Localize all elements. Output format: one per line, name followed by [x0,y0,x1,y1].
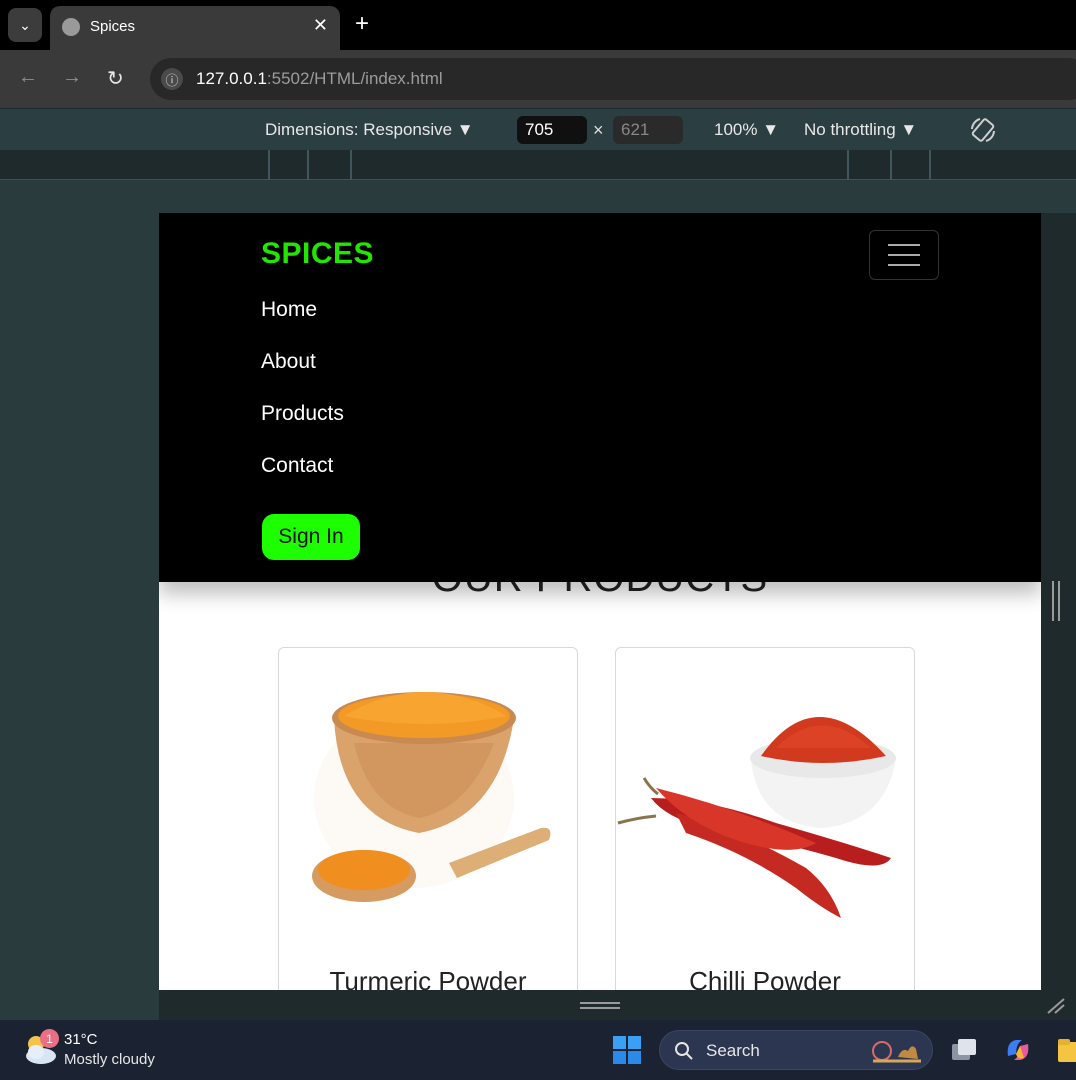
site-brand[interactable]: SPICES [261,237,374,271]
new-tab-icon[interactable]: + [355,10,369,38]
chilli-image [617,717,896,918]
nav-link-about[interactable]: About [261,350,316,374]
browser-toolbar: ← → ↻ ⓘ 127.0.0.1:5502/HTML/index.html [0,50,1076,108]
weather-condition[interactable]: Mostly cloudy [64,1051,155,1068]
search-label: Search [706,1041,760,1060]
emulated-page: SPICES Home About Products Contact Sign … [159,213,1041,990]
media-query-marker[interactable] [350,150,352,180]
windows-taskbar: 1 31°C Mostly cloudy Search [0,1020,1076,1080]
search-icon [675,1042,693,1060]
turmeric-image [312,692,551,902]
weather-notification-badge: 1 [40,1029,59,1048]
media-query-marker[interactable] [307,150,309,180]
url-host: 127.0.0.1 [196,69,267,88]
corner-resize-icon[interactable] [1046,998,1066,1014]
site-navbar: SPICES Home About Products Contact Sign … [159,213,1041,582]
dimension-separator: × [593,120,604,140]
hamburger-menu-icon[interactable] [869,230,939,280]
media-query-marker[interactable] [847,150,849,180]
url-text[interactable]: 127.0.0.1:5502/HTML/index.html [196,69,443,89]
media-query-marker[interactable] [890,150,892,180]
product-card-chilli[interactable]: Chilli Powder [615,647,915,990]
media-query-bar[interactable] [0,150,1076,180]
product-card-turmeric[interactable]: Turmeric Powder [278,647,578,990]
product-name: Turmeric Powder [329,966,527,990]
reload-icon[interactable]: ↻ [107,66,124,91]
site-info-icon[interactable]: ⓘ [161,68,183,90]
file-explorer-icon[interactable] [1056,1034,1076,1066]
address-bar[interactable]: ⓘ 127.0.0.1:5502/HTML/index.html [150,58,1076,100]
taskbar-search[interactable]: Search [659,1030,933,1070]
viewport-height-input[interactable]: 621 [613,116,683,144]
browser-tab[interactable]: Spices ✕ [50,6,340,50]
tab-search-dropdown-icon[interactable]: ⌄ [8,8,42,42]
url-path: :5502/HTML/index.html [266,69,443,88]
zoom-dropdown[interactable]: 100% ▼ [714,120,779,140]
nav-link-products[interactable]: Products [261,402,344,426]
search-highlight-icon [872,1041,921,1063]
device-toolbar: Dimensions: Responsive ▼ 705 × 621 100% … [0,108,1076,150]
viewport-bottom-resize-handle[interactable] [159,990,1041,1020]
globe-icon [62,18,80,36]
windows-start-icon[interactable] [612,1035,642,1065]
nav-link-home[interactable]: Home [261,298,317,322]
forward-arrow-icon[interactable]: → [62,66,82,89]
throttling-dropdown[interactable]: No throttling ▼ [804,120,917,140]
back-arrow-icon[interactable]: ← [18,66,38,89]
task-view-icon[interactable] [948,1034,980,1066]
nav-link-contact[interactable]: Contact [261,454,333,478]
media-query-marker[interactable] [268,150,270,180]
close-tab-icon[interactable]: ✕ [313,15,328,36]
viewport-width-input[interactable]: 705 [517,116,587,144]
rotate-icon[interactable] [968,115,998,145]
product-name: Chilli Powder [689,966,841,990]
weather-temperature[interactable]: 31°C [64,1031,98,1048]
dimensions-dropdown[interactable]: Dimensions: Responsive ▼ [265,120,474,140]
sign-in-button[interactable]: Sign In [262,514,360,560]
tab-title: Spices [90,18,136,35]
viewport-side-resize-handle[interactable] [1041,213,1076,1020]
media-query-marker[interactable] [929,150,931,180]
browser-tab-strip: ⌄ Spices ✕ + [0,0,1076,50]
copilot-icon[interactable] [1002,1034,1034,1066]
